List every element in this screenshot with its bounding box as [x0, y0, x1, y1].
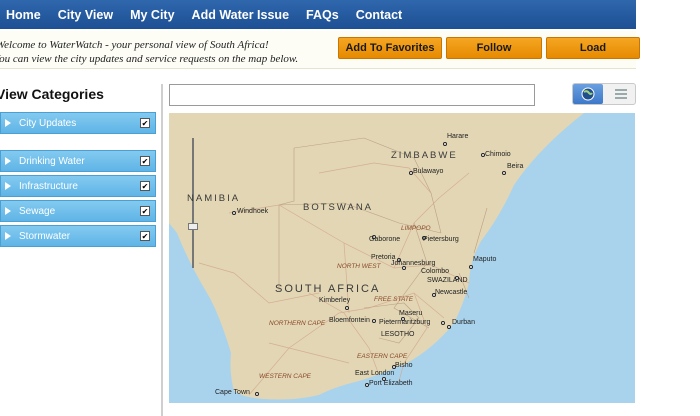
map-city-chimoio: Chimoio [485, 151, 511, 158]
list-view-icon[interactable] [603, 84, 635, 104]
category-checkbox[interactable]: ✔ [140, 231, 150, 241]
zoom-slider-handle[interactable] [188, 223, 198, 230]
map-view[interactable]: ZIMBABWE NAMIBIA BOTSWANA SOUTH AFRICA S… [169, 113, 635, 403]
nav-faqs[interactable]: FAQs [306, 8, 339, 22]
view-toggle [572, 83, 636, 105]
map-city-maseru: Maseru [399, 310, 423, 317]
category-label: Infrastructure [19, 180, 78, 192]
map-city-bloemfontein: Bloemfontein [329, 317, 370, 324]
map-label-zimbabwe: ZIMBABWE [391, 150, 458, 161]
map-label-swaziland: SWAZILAND [427, 277, 468, 284]
panel-divider [161, 84, 163, 416]
map-region-western-cape: WESTERN CAPE [259, 373, 312, 380]
map-city-kimberley: Kimberley [319, 297, 351, 304]
expand-arrow-icon [5, 207, 11, 215]
category-checkbox[interactable]: ✔ [140, 206, 150, 216]
welcome-message: Welcome to WaterWatch - your personal vi… [0, 38, 298, 66]
search-input[interactable] [169, 84, 535, 106]
expand-arrow-icon [5, 157, 11, 165]
add-to-favorites-button[interactable]: Add To Favorites [338, 37, 442, 59]
main-navigation: Home City View My City Add Water Issue F… [0, 0, 636, 29]
map-city-east-london: East London [355, 370, 395, 377]
map-city-durban: Durban [452, 319, 475, 326]
map-city-harare: Harare [447, 133, 469, 140]
globe-view-icon[interactable] [573, 84, 603, 104]
map-city-colombo: Colombo [421, 268, 450, 275]
category-drinking-water[interactable]: Drinking Water ✔ [0, 150, 156, 172]
expand-arrow-icon [5, 119, 11, 127]
follow-button[interactable]: Follow [446, 37, 542, 59]
nav-my-city[interactable]: My City [130, 8, 174, 22]
category-checkbox[interactable]: ✔ [140, 118, 150, 128]
map-city-cape-town: Cape Town [215, 389, 250, 396]
map-region-free-state: FREE STATE [374, 296, 414, 303]
map-city-port-elizabeth: Port Elizabeth [369, 380, 413, 387]
map-region-limpopo: LIMPOPO [401, 225, 431, 232]
expand-arrow-icon [5, 182, 11, 190]
welcome-line-1: Welcome to WaterWatch - your personal vi… [0, 39, 269, 51]
map-city-newcastle: Newcastle [435, 289, 468, 296]
nav-add-water-issue[interactable]: Add Water Issue [192, 8, 289, 22]
action-buttons: Add To Favorites Follow Load [338, 37, 640, 59]
category-label: City Updates [19, 117, 77, 129]
category-label: Sewage [19, 205, 56, 217]
map-region-northern-cape: NORTHERN CAPE [269, 320, 326, 327]
expand-arrow-icon [5, 232, 11, 240]
nav-home[interactable]: Home [6, 8, 41, 22]
map-city-windhoek: Windhoek [237, 208, 269, 215]
category-checkbox[interactable]: ✔ [140, 156, 150, 166]
map-city-johannesburg: Johannesburg [391, 260, 436, 267]
nav-contact[interactable]: Contact [356, 8, 403, 22]
map-city-bisho: Bisho [395, 362, 413, 369]
map-label-namibia: NAMIBIA [187, 193, 241, 204]
map-label-south-africa: SOUTH AFRICA [275, 283, 381, 295]
category-stormwater[interactable]: Stormwater ✔ [0, 225, 156, 247]
category-sewage[interactable]: Sewage ✔ [0, 200, 156, 222]
category-city-updates[interactable]: City Updates ✔ [0, 112, 156, 134]
category-list: City Updates ✔ Drinking Water ✔ Infrastr… [0, 112, 156, 250]
load-button[interactable]: Load [546, 37, 640, 59]
welcome-line-2: You can view the city updates and servic… [0, 53, 299, 65]
app-root: Home City View My City Add Water Issue F… [0, 0, 700, 416]
nav-city-view[interactable]: City View [58, 8, 113, 22]
map-city-maputo: Maputo [473, 256, 497, 263]
map-city-beira: Beira [507, 163, 524, 170]
map-region-eastern-cape: EASTERN CAPE [357, 353, 408, 360]
category-checkbox[interactable]: ✔ [140, 181, 150, 191]
map-city-bulawayo: Bulawayo [413, 168, 444, 175]
map-city-pietermaritzburg: Pietermaritzburg [379, 319, 431, 326]
category-label: Stormwater [19, 230, 71, 242]
categories-title: View Categories [0, 86, 104, 102]
category-label: Drinking Water [19, 155, 85, 167]
map-region-north-west: NORTH WEST [337, 263, 381, 270]
map-city-gaborone: Gaborone [369, 236, 401, 243]
map-label-botswana: BOTSWANA [303, 202, 374, 213]
category-infrastructure[interactable]: Infrastructure ✔ [0, 175, 156, 197]
map-label-lesotho: LESOTHO [381, 331, 415, 338]
map-city-pietersburg: Pietersburg [423, 236, 459, 243]
